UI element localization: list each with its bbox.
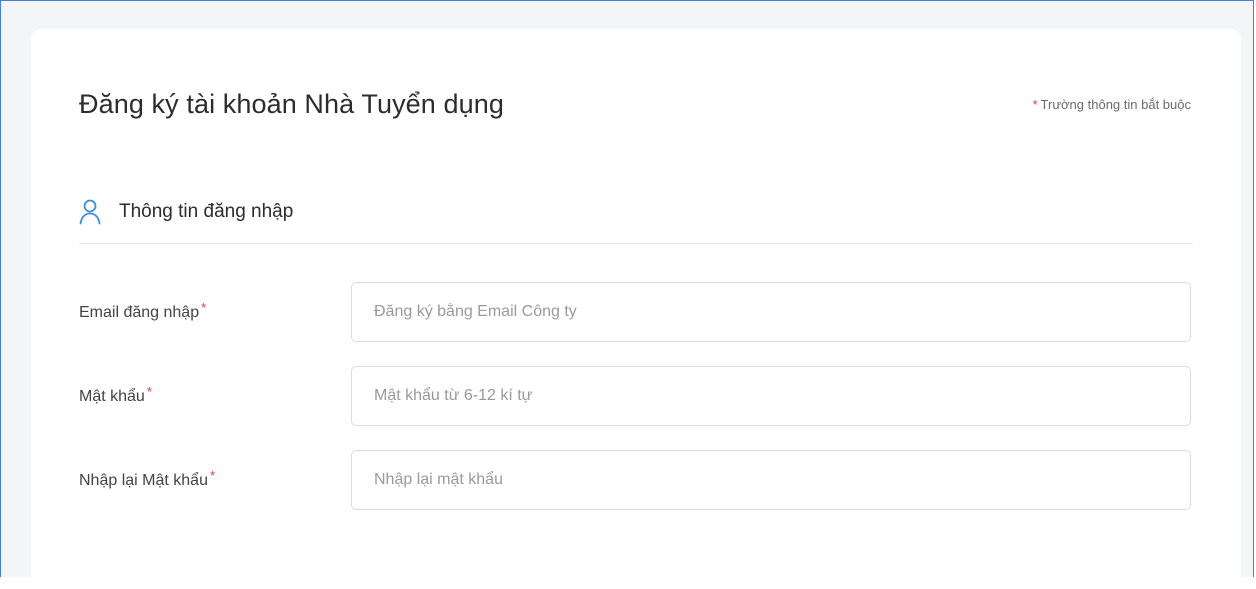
- email-field-label: Email đăng nhập *: [79, 300, 207, 321]
- required-asterisk: *: [146, 384, 152, 399]
- page-title: Đăng ký tài khoản Nhà Tuyển dụng: [79, 89, 504, 119]
- section-divider: [79, 243, 1193, 244]
- required-asterisk: *: [201, 300, 207, 315]
- password-field[interactable]: [351, 366, 1191, 426]
- page-frame: Đăng ký tài khoản Nhà Tuyển dụng * Trường…: [0, 0, 1254, 589]
- form-row-confirm-password: Nhập lại Mật khẩu *: [79, 450, 1193, 512]
- form-row-password: Mật khẩu *: [79, 366, 1193, 428]
- required-asterisk: *: [209, 468, 216, 483]
- required-fields-note: * Trường thông tin bắt buộc: [1032, 97, 1191, 112]
- user-icon: [79, 199, 101, 225]
- confirm-password-field[interactable]: [351, 450, 1191, 510]
- required-note-text: Trường thông tin bắt buộc: [1040, 97, 1191, 112]
- form-row-email: Email đăng nhập *: [79, 282, 1193, 344]
- password-field-label: Mật khẩu *: [79, 384, 152, 405]
- email-field[interactable]: [351, 282, 1191, 342]
- confirm-password-field-label: Nhập lại Mật khẩu *: [79, 468, 216, 489]
- registration-card: Đăng ký tài khoản Nhà Tuyển dụng * Trường…: [31, 29, 1241, 589]
- required-asterisk: *: [1032, 97, 1038, 112]
- section-header-login-info: Thông tin đăng nhập: [79, 199, 293, 225]
- section-title: Thông tin đăng nhập: [119, 201, 294, 222]
